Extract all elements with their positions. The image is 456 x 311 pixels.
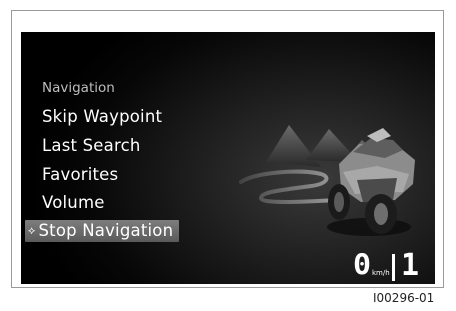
road-path (239, 169, 338, 204)
menu-item-label: Volume (42, 193, 105, 212)
menu-item-label: Favorites (42, 165, 119, 184)
speed-unit: km/h (372, 269, 390, 277)
selection-arrow-icon: ⟡ (28, 224, 36, 237)
menu-item-favorites[interactable]: Favorites (42, 165, 118, 184)
dashboard-screen: Navigation Skip Waypoint Last Search Fav… (21, 32, 435, 284)
gear-divider (392, 254, 395, 281)
pyramid-shape (266, 125, 321, 167)
motorcycle-scene-illustration (239, 125, 415, 236)
menu-item-label: Skip Waypoint (42, 107, 163, 126)
menu-item-stop-navigation[interactable]: ⟡ Stop Navigation (25, 220, 180, 242)
menu-item-volume[interactable]: Volume (42, 193, 105, 212)
menu-heading: Navigation (42, 80, 115, 96)
menu-item-skip-waypoint[interactable]: Skip Waypoint (42, 107, 162, 126)
gear-indicator: 1 (401, 248, 420, 283)
menu-item-last-search[interactable]: Last Search (42, 136, 141, 155)
speed-value: 0 (353, 248, 372, 283)
figure-reference-code: I00296-01 (373, 291, 435, 305)
menu-item-label: Last Search (42, 136, 141, 155)
menu-item-label: Stop Navigation (38, 221, 174, 240)
